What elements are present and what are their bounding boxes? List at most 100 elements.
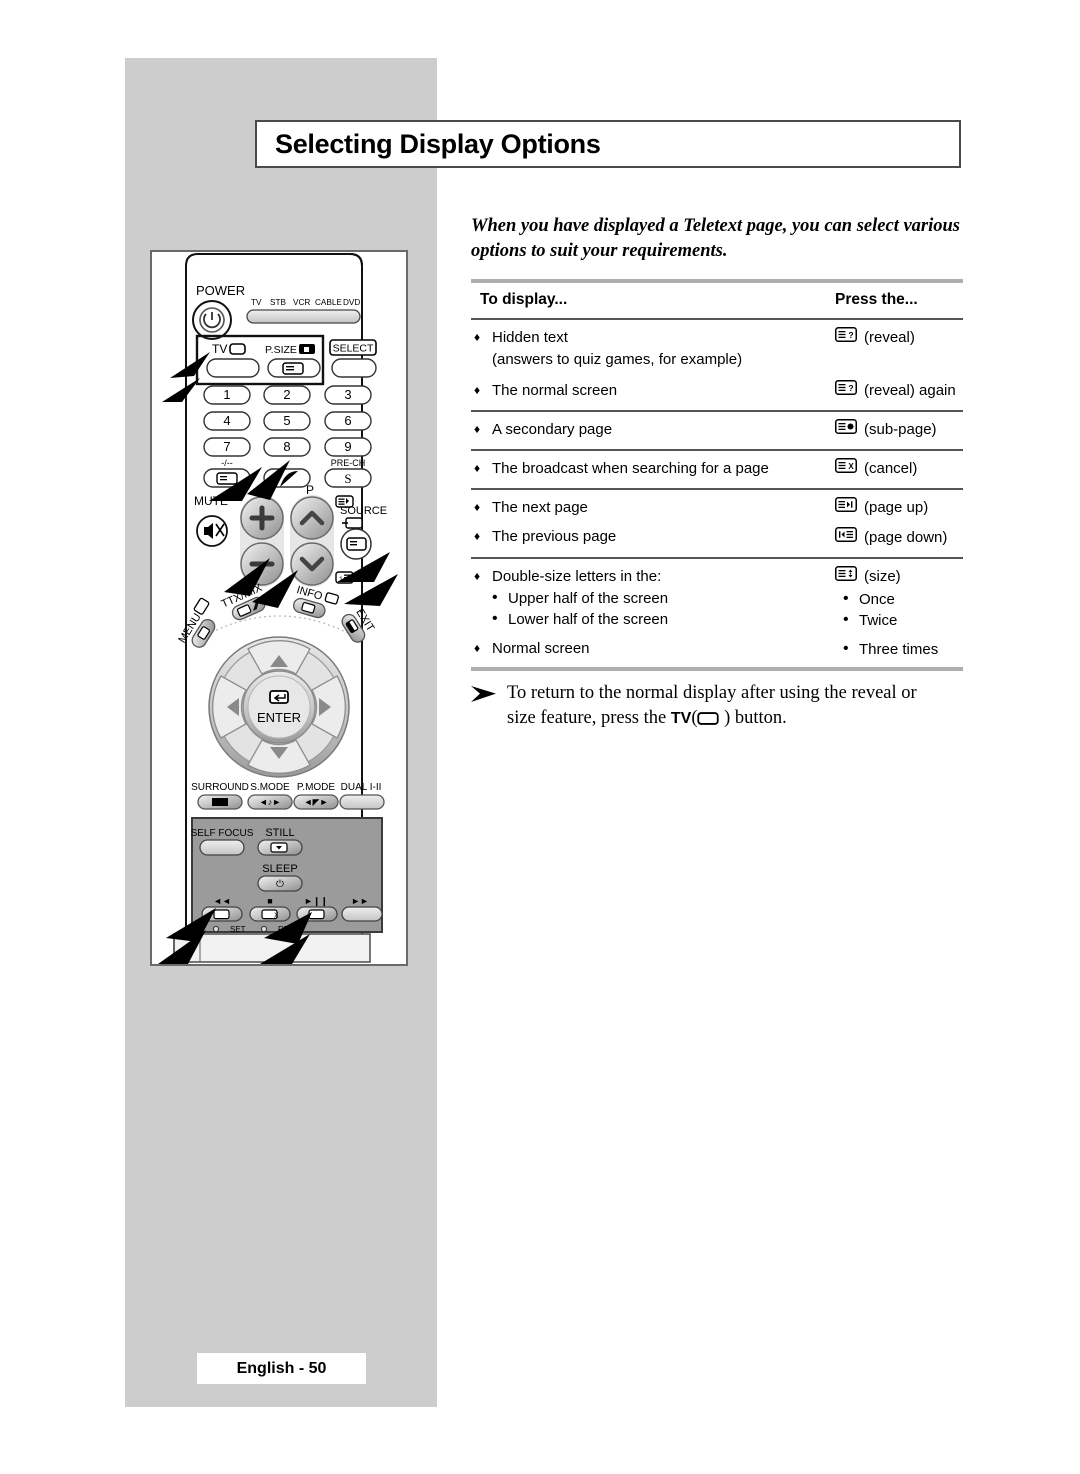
table-header-row: To display... Press the... (471, 283, 963, 318)
note-tv-label: TV (670, 710, 692, 727)
table-bottom-rule (471, 667, 963, 671)
svg-text:DVD: DVD (343, 298, 360, 307)
list-item: ♦ Normal screen (471, 638, 835, 659)
svg-text:◄◄: ◄◄ (213, 896, 231, 906)
note-text: To return to the normal display after us… (507, 681, 917, 731)
svg-text:SET: SET (230, 925, 246, 934)
remote-control-svg: POWER TV STB VCR CABLE DVD TV P.SIZE SEL… (158, 253, 398, 964)
list-item-label: The broadcast when searching for a page (492, 460, 769, 477)
note-line-2-before: size feature, press the (507, 708, 671, 728)
display-options-table: To display... Press the... ♦ Hidden text… (471, 279, 963, 671)
diamond-bullet-icon: ♦ (474, 641, 481, 655)
svg-text:?: ? (848, 383, 853, 393)
table-header-press-the: Press the... (835, 291, 918, 308)
press-label: Twice (859, 612, 898, 629)
svg-text:3: 3 (344, 387, 351, 402)
svg-text:X: X (848, 462, 854, 471)
press-label: (cancel) (864, 460, 918, 477)
page-number-badge: English - 50 (197, 1353, 366, 1384)
svg-text:P.SIZE: P.SIZE (265, 344, 297, 356)
list-item-label: The previous page (492, 528, 617, 545)
list-item-label: Double-size letters in the: (492, 568, 662, 585)
diamond-bullet-icon: ♦ (474, 330, 481, 344)
press-entry: • Once (835, 589, 963, 610)
svg-text:■: ■ (267, 896, 272, 906)
remote-source-label: SOURCE (340, 505, 387, 517)
list-item-label: A secondary page (492, 421, 613, 438)
svg-text:1: 1 (223, 387, 230, 402)
svg-text:2: 2 (283, 387, 290, 402)
svg-text:STILL: STILL (265, 827, 294, 839)
svg-text:9: 9 (344, 439, 351, 454)
svg-text:8: 8 (283, 439, 290, 454)
table-row: ♦ The broadcast when searching for a pag… (471, 451, 963, 488)
table-row: ♦ A secondary page (sub-page) (471, 412, 963, 449)
press-entry: • Three times (835, 639, 963, 660)
svg-text:STB: STB (270, 298, 286, 307)
svg-text:PRE-CH: PRE-CH (331, 458, 366, 468)
diamond-bullet-icon: ♦ (474, 461, 481, 475)
press-label: (page down) (864, 529, 948, 546)
press-entry: (page down) (835, 527, 963, 549)
press-entry: (sub-page) (835, 419, 963, 441)
svg-text:TV: TV (251, 298, 262, 307)
list-item-label: Hidden text (492, 329, 568, 346)
note-block: To return to the normal display after us… (471, 681, 971, 731)
diamond-bullet-icon: ♦ (474, 383, 481, 397)
diamond-bullet-icon: ♦ (474, 529, 481, 543)
press-entry: • Twice (835, 610, 963, 631)
svg-text:S.MODE: S.MODE (250, 782, 290, 793)
svg-text:DUAL I-II: DUAL I-II (341, 782, 382, 793)
diamond-bullet-icon: ♦ (474, 500, 481, 514)
dot-bullet-icon: • (843, 590, 849, 607)
press-entry: ? (reveal) again (835, 380, 963, 402)
teletext-reveal-icon: ? (835, 380, 857, 402)
svg-text:7: 7 (223, 439, 230, 454)
press-label: Three times (859, 641, 939, 658)
teletext-page-up-icon (835, 497, 857, 519)
list-item: ♦ Double-size letters in the: (471, 566, 835, 587)
list-item: • Upper half of the screen (471, 588, 835, 609)
svg-text:SELF FOCUS: SELF FOCUS (191, 828, 254, 839)
svg-text:SLEEP: SLEEP (262, 863, 297, 875)
press-label: (reveal) again (864, 382, 956, 399)
dot-bullet-icon: • (843, 611, 849, 628)
svg-text:⏻: ⏻ (276, 879, 284, 890)
list-item: ♦ A secondary page (471, 419, 835, 440)
table-header-to-display: To display... (480, 291, 568, 308)
svg-text:4: 4 (223, 413, 230, 428)
table-row: ♦ Hidden text (answers to quiz games, fo… (471, 320, 963, 410)
svg-text:►►: ►► (351, 896, 369, 906)
svg-text:?: ? (848, 330, 853, 340)
page-number-label: English - 50 (236, 1359, 327, 1377)
svg-text:CABLE: CABLE (315, 298, 342, 307)
list-item-label: Normal screen (492, 640, 590, 657)
list-item-label: The normal screen (492, 382, 618, 399)
svg-text:◄♪►: ◄♪► (259, 797, 281, 807)
teletext-subpage-icon (835, 419, 857, 441)
svg-text:6: 6 (344, 413, 351, 428)
svg-text:SELECT: SELECT (333, 343, 374, 355)
note-line-2-after: ) button. (719, 708, 787, 728)
arrow-right-icon (471, 681, 507, 708)
press-label: (size) (864, 568, 901, 585)
list-item-label: Upper half of the screen (508, 590, 669, 607)
list-item-label: The next page (492, 499, 588, 516)
page-title: Selecting Display Options (275, 128, 601, 159)
table-row: ♦ The next page ♦ The previous page (pag… (471, 490, 963, 557)
list-item: ♦ The next page (471, 497, 835, 518)
teletext-size-icon (835, 566, 857, 588)
note-line-1: To return to the normal display after us… (507, 683, 917, 703)
list-item-label: Lower half of the screen (508, 611, 669, 628)
press-entry: X (cancel) (835, 458, 963, 480)
press-entry: (size) (835, 566, 963, 588)
svg-text:S: S (344, 471, 351, 486)
list-item-note: (answers to quiz games, for example) (492, 351, 743, 368)
svg-text:VCR: VCR (293, 298, 310, 307)
svg-text:P.MODE: P.MODE (297, 782, 335, 793)
svg-text:TV: TV (212, 342, 227, 356)
svg-text:P: P (306, 483, 314, 497)
press-entry: ? (reveal) (835, 327, 963, 349)
press-label: (sub-page) (864, 421, 937, 438)
press-label: (reveal) (864, 329, 915, 346)
